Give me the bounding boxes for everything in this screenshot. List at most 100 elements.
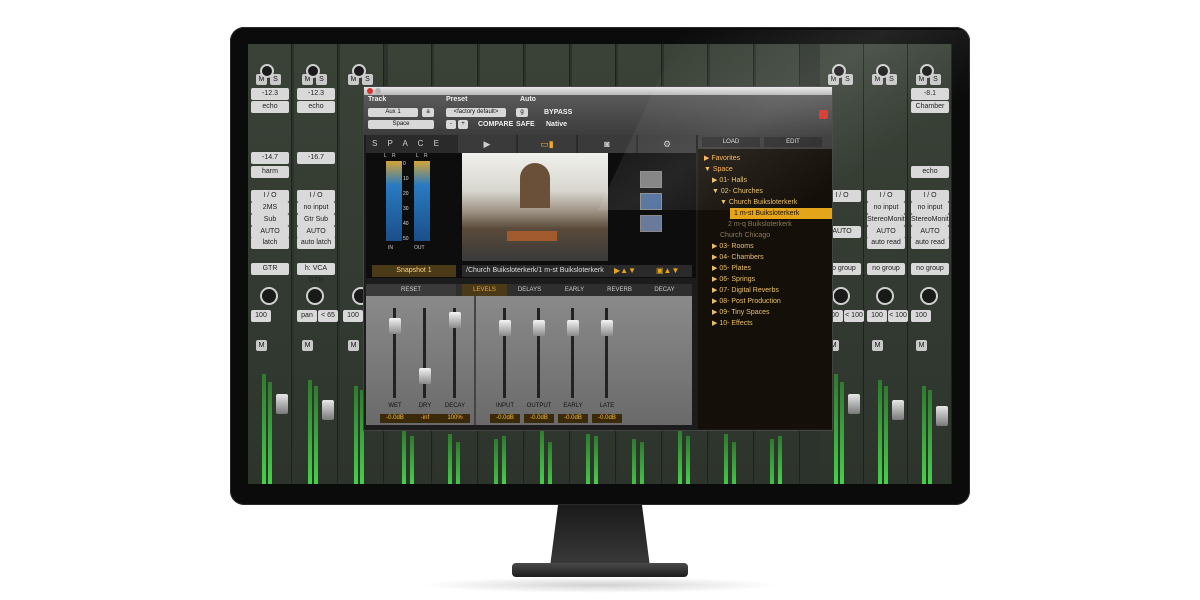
pan-readout[interactable]: pan <box>297 310 317 322</box>
close-icon[interactable] <box>367 88 373 94</box>
pan-readout-right[interactable]: < 100 <box>888 310 908 322</box>
preset-select[interactable]: <factory default> <box>446 108 506 117</box>
peak-readout-2[interactable]: -14.7 <box>251 152 289 164</box>
thumbnail-1[interactable] <box>640 171 662 188</box>
tab-decay[interactable]: DECAY <box>642 284 687 296</box>
fader-value[interactable]: -inf <box>410 414 440 423</box>
tab-delays[interactable]: DELAYS <box>507 284 552 296</box>
pan-readout[interactable]: 100 <box>343 310 363 322</box>
preset-tree-item[interactable]: ▶ 06- Springs <box>698 274 755 285</box>
insert-slot[interactable]: harm <box>251 166 289 178</box>
volume-fader[interactable] <box>892 400 904 420</box>
fader-handle-output[interactable] <box>533 320 545 336</box>
preset-tree-item[interactable]: ▶ 01- Halls <box>698 175 747 186</box>
automation-mode[interactable]: auto read <box>911 237 949 249</box>
snapshot-select[interactable]: Snapshot 1 <box>372 265 456 277</box>
preset-tree-item[interactable]: ▼ 02- Churches <box>698 186 763 197</box>
preset-tree-item[interactable]: ▶ 07- Digital Reverbs <box>698 285 779 296</box>
volume-fader[interactable] <box>936 406 948 426</box>
track-select[interactable]: Aux 1 <box>368 108 418 117</box>
send-knob[interactable] <box>920 64 934 78</box>
track-suffix-button[interactable]: a <box>422 108 434 117</box>
pan-knob[interactable] <box>876 287 894 305</box>
tab-levels[interactable]: LEVELS <box>462 284 507 296</box>
reset-button[interactable]: RESET <box>366 284 456 296</box>
preset-tree-item[interactable]: Church Chicago <box>698 230 770 241</box>
pan-readout-right[interactable]: < 100 <box>844 310 864 322</box>
insert-name[interactable]: echo <box>297 101 335 113</box>
input-select[interactable]: no input <box>911 202 949 214</box>
pan-readout[interactable]: 100 <box>911 310 931 322</box>
insert-slot[interactable]: echo <box>911 166 949 178</box>
edit-button[interactable]: EDIT <box>764 137 822 147</box>
insert-name[interactable]: Chamber <box>911 101 949 113</box>
pan-readout[interactable]: 100 <box>867 310 887 322</box>
fader-value[interactable]: -0.0dB <box>490 414 520 423</box>
mute-button-2[interactable]: M <box>872 340 883 351</box>
peak-readout[interactable]: -12.3 <box>297 88 335 100</box>
fader-value[interactable]: -0.0dB <box>380 414 410 423</box>
mute-button-2[interactable]: M <box>256 340 267 351</box>
insert-select[interactable]: Space <box>368 120 434 129</box>
automation-mode[interactable]: auto latch <box>297 237 335 249</box>
pan-readout[interactable]: 100 <box>251 310 271 322</box>
fader-value[interactable]: -0.0dB <box>524 414 554 423</box>
fader-handle-early[interactable] <box>567 320 579 336</box>
thumbnail-2[interactable] <box>640 193 662 210</box>
preset-tree-item[interactable]: ▶ 09- Tiny Spaces <box>698 307 770 318</box>
peak-readout[interactable]: -12.3 <box>251 88 289 100</box>
record-icon[interactable] <box>819 110 828 119</box>
volume-fader[interactable] <box>276 394 288 414</box>
input-select[interactable]: 2MS <box>251 202 289 214</box>
gear-icon[interactable]: ⚙ <box>638 135 696 153</box>
fader-handle-dry[interactable] <box>419 368 431 384</box>
automation-mode[interactable]: auto read <box>867 237 905 249</box>
fader-handle-wet[interactable] <box>389 317 401 334</box>
preset-tree-item[interactable]: 1 m-st Buiksloterkerk <box>730 208 832 219</box>
preset-plus-button[interactable]: + <box>458 120 468 129</box>
output-select[interactable]: Sub <box>251 214 289 226</box>
nav-arrows-icon[interactable]: ▶▲▼ <box>614 266 636 275</box>
send-knob[interactable] <box>352 64 366 78</box>
send-knob[interactable] <box>306 64 320 78</box>
fader-handle-input[interactable] <box>499 320 511 336</box>
thumbnail-3[interactable] <box>640 215 662 232</box>
preset-tree-item[interactable]: ▶ 04- Chambers <box>698 252 764 263</box>
preset-tree-item[interactable]: ▶ 10- Effects <box>698 318 753 329</box>
preset-tree-item[interactable]: ▶ 03- Rooms <box>698 241 754 252</box>
fader-value[interactable]: -0.0dB <box>558 414 588 423</box>
automation-mode[interactable]: latch <box>251 237 289 249</box>
preset-tree-item[interactable]: ▼ Space <box>698 164 733 175</box>
preset-tree-item[interactable]: ▼ Church Buiksloterkerk <box>698 197 797 208</box>
preset-tree-item[interactable]: 2 m-q Buiksloterkerk <box>698 219 792 230</box>
send-knob[interactable] <box>876 64 890 78</box>
pan-knob[interactable] <box>920 287 938 305</box>
volume-fader[interactable] <box>848 394 860 414</box>
preset-minus-button[interactable]: - <box>446 120 456 129</box>
pan-knob[interactable] <box>832 287 850 305</box>
send-knob[interactable] <box>832 64 846 78</box>
minimize-icon[interactable] <box>375 88 381 94</box>
input-select[interactable]: no input <box>867 202 905 214</box>
track-name[interactable]: h: VCA GTR <box>297 263 335 284</box>
safe-button[interactable]: SAFE <box>516 121 535 128</box>
tab-early[interactable]: EARLY <box>552 284 597 296</box>
fader-handle-decay[interactable] <box>449 312 461 328</box>
pan-knob[interactable] <box>260 287 278 305</box>
output-select[interactable]: Gtr Sub <box>297 214 335 226</box>
volume-fader[interactable] <box>322 400 334 420</box>
output-select[interactable]: StereoMonitr <box>867 214 907 226</box>
peak-readout-2[interactable]: -16.7 <box>297 152 335 164</box>
plugin-titlebar[interactable] <box>364 87 832 95</box>
play-tab-icon[interactable]: ▶ <box>458 135 516 153</box>
preset-tree-item[interactable]: ▶ 05- Plates <box>698 263 751 274</box>
compare-button[interactable]: COMPARE <box>478 121 513 128</box>
load-button[interactable]: LOAD <box>702 137 760 147</box>
preset-tree-item[interactable]: ▶ Favorites <box>698 153 740 164</box>
mute-button-2[interactable]: M <box>916 340 927 351</box>
insert-name[interactable]: echo <box>251 101 289 113</box>
browser-tab-icon[interactable]: ▭▮ <box>518 135 576 153</box>
fader-value[interactable]: 100% <box>440 414 470 423</box>
folder-nav-icon[interactable]: ▣▲▼ <box>656 266 679 275</box>
camera-tab-icon[interactable]: ◙ <box>578 135 636 153</box>
